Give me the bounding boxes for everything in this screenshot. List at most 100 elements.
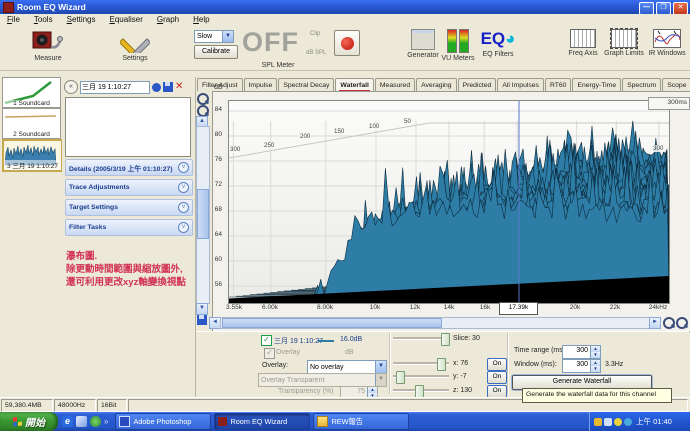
slice-slider[interactable] <box>393 333 449 343</box>
eq-filters-button[interactable]: EQ◕ EQ Filters <box>475 29 521 58</box>
x-on-button[interactable]: On <box>487 358 507 371</box>
close-button[interactable]: ✕ <box>673 2 688 15</box>
scroll-down-icon[interactable]: ▼ <box>196 303 208 315</box>
start-button[interactable]: 開始 <box>0 412 58 431</box>
z-rotation-slider[interactable] <box>393 385 449 395</box>
tray-shield-icon[interactable] <box>614 418 622 426</box>
zoom-x-icon[interactable] <box>663 317 675 329</box>
y-rotation-slider[interactable] <box>393 371 449 381</box>
tab-measured[interactable]: Measured <box>375 78 415 91</box>
messenger-icon[interactable] <box>90 416 101 427</box>
menu-help[interactable]: Help <box>186 14 216 26</box>
horizontal-scroll-thumb[interactable] <box>222 318 442 328</box>
vu-meters-button[interactable]: VU Meters <box>436 29 480 62</box>
tray-volume-icon[interactable] <box>594 418 602 426</box>
trace-color-icon[interactable] <box>152 83 161 92</box>
transparency-label: Transparency (%) <box>278 388 333 395</box>
measurement-thumb-label: 3 三月 19 1:10:27 <box>4 160 61 170</box>
waterfall-plot[interactable] <box>228 100 670 304</box>
menu-file[interactable]: File <box>0 14 27 26</box>
settings-button[interactable]: Settings <box>103 29 167 62</box>
tab-spectrum[interactable]: Spectrum <box>622 78 661 91</box>
x-tick: 22k <box>610 304 620 311</box>
graph-limits-button[interactable]: Graph Limits <box>601 29 647 57</box>
zoom-in-icon[interactable] <box>197 93 209 105</box>
media-player-icon[interactable] <box>76 416 87 427</box>
spinner-arrows-icon[interactable]: ▲▼ <box>590 360 600 372</box>
expand-icon[interactable]: v <box>178 182 189 193</box>
section-trace-adjustments[interactable]: Trace Adjustments v <box>65 179 193 196</box>
task-rew-folder[interactable]: REW報告 <box>313 413 409 430</box>
overlay-mode-select[interactable]: Overlay Transparent ▼ <box>258 373 387 387</box>
horizontal-scrollbar[interactable] <box>220 317 650 329</box>
minimize-button[interactable]: — <box>639 2 654 15</box>
divider <box>389 333 391 394</box>
window-title: Room EQ Wizard <box>17 2 86 12</box>
menu-equaliser[interactable]: Equaliser <box>103 14 150 26</box>
save-graph-icon[interactable] <box>197 315 207 325</box>
overlay-select[interactable]: No overlay ▼ <box>307 360 387 374</box>
status-memory: 59,380.4MB <box>1 399 53 412</box>
measurement-thumb-1[interactable]: 1 Soundcard <box>2 77 61 108</box>
y-on-button[interactable]: On <box>487 371 507 384</box>
measure-button[interactable]: Measure <box>16 29 80 62</box>
menu-graph[interactable]: Graph <box>150 14 186 26</box>
tab-averaging[interactable]: Averaging <box>416 78 456 91</box>
tab-predicted[interactable]: Predicted <box>458 78 497 91</box>
vertical-scrollbar[interactable] <box>196 126 210 304</box>
slider-thumb[interactable] <box>441 333 450 346</box>
x-tick: 20k <box>570 304 580 311</box>
section-filter-tasks[interactable]: Filter Tasks v <box>65 219 193 236</box>
calibrate-button[interactable]: Calibrate <box>194 45 238 59</box>
tab-energy-time[interactable]: Energy-Time <box>572 78 621 91</box>
tab-scope[interactable]: Scope <box>662 78 690 91</box>
tab-rt60[interactable]: RT60 <box>545 78 572 91</box>
menu-tools[interactable]: Tools <box>27 14 60 26</box>
time-range-spinner[interactable]: 300 ▲▼ <box>562 345 601 359</box>
measurement-name-input[interactable] <box>80 81 150 94</box>
ir-windows-button[interactable]: IR Windows <box>644 29 690 57</box>
spl-unit-label: dB SPL <box>306 50 326 56</box>
tab-impulse[interactable]: Impulse <box>244 78 278 91</box>
chevron-down-icon[interactable]: ▼ <box>375 361 386 373</box>
time-range-box: 300ms <box>648 97 690 110</box>
menu-settings[interactable]: Settings <box>60 14 103 26</box>
tray-network-icon[interactable] <box>624 418 632 426</box>
tray-display-icon[interactable] <box>604 418 612 426</box>
task-rew[interactable]: Room EQ Wizard <box>214 413 310 430</box>
expand-icon[interactable]: v <box>178 162 189 173</box>
expand-icon[interactable]: v <box>178 222 189 233</box>
expand-icon[interactable]: v <box>178 202 189 213</box>
tab-spectral-decay[interactable]: Spectral Decay <box>278 78 334 91</box>
task-photoshop[interactable]: Adobe Photoshop <box>115 413 211 430</box>
x-rotation-slider[interactable] <box>393 358 449 368</box>
collapse-panel-button[interactable]: « <box>64 80 78 94</box>
save-measurement-icon[interactable] <box>163 82 173 92</box>
tab-waterfall[interactable]: Waterfall <box>335 78 373 91</box>
maximize-button[interactable]: ❐ <box>656 2 671 15</box>
notes-box[interactable] <box>65 97 191 157</box>
overlay-checkbox[interactable]: ✓ <box>264 348 275 359</box>
slider-thumb[interactable] <box>396 371 405 384</box>
vu-meters-label: VU Meters <box>441 55 474 62</box>
freq-axis-button[interactable]: Freq Axis <box>560 29 606 57</box>
section-details[interactable]: Details (2005/3/19 上午 01:10:27) v <box>65 159 193 176</box>
scroll-right-icon[interactable]: ► <box>649 317 661 329</box>
zoom-y-icon[interactable] <box>676 317 688 329</box>
quick-launch-overflow-icon[interactable]: » <box>104 417 108 426</box>
trace-checkbox[interactable]: ✓ <box>261 335 272 346</box>
tab-all-impulses[interactable]: All Impulses <box>497 78 544 91</box>
slider-thumb[interactable] <box>437 358 446 371</box>
window-spinner[interactable]: 300 ▲▼ <box>562 359 601 373</box>
delete-measurement-icon[interactable]: ✕ <box>175 82 183 92</box>
section-target-settings[interactable]: Target Settings v <box>65 199 193 216</box>
spl-speed-select[interactable]: Slow ▼ <box>194 30 234 43</box>
ie-icon[interactable]: e <box>62 416 73 427</box>
y-tick: 76 <box>202 156 222 163</box>
spl-record-button[interactable] <box>334 30 360 56</box>
chevron-down-icon[interactable]: ▼ <box>222 31 233 42</box>
spl-meter-caption: SPL Meter <box>194 62 362 69</box>
measurement-thumb-2[interactable]: 2 Soundcard <box>2 108 61 139</box>
spinner-arrows-icon[interactable]: ▲▼ <box>590 346 600 358</box>
measurement-thumb-3-selected[interactable]: 3 三月 19 1:10:27 <box>2 139 63 172</box>
